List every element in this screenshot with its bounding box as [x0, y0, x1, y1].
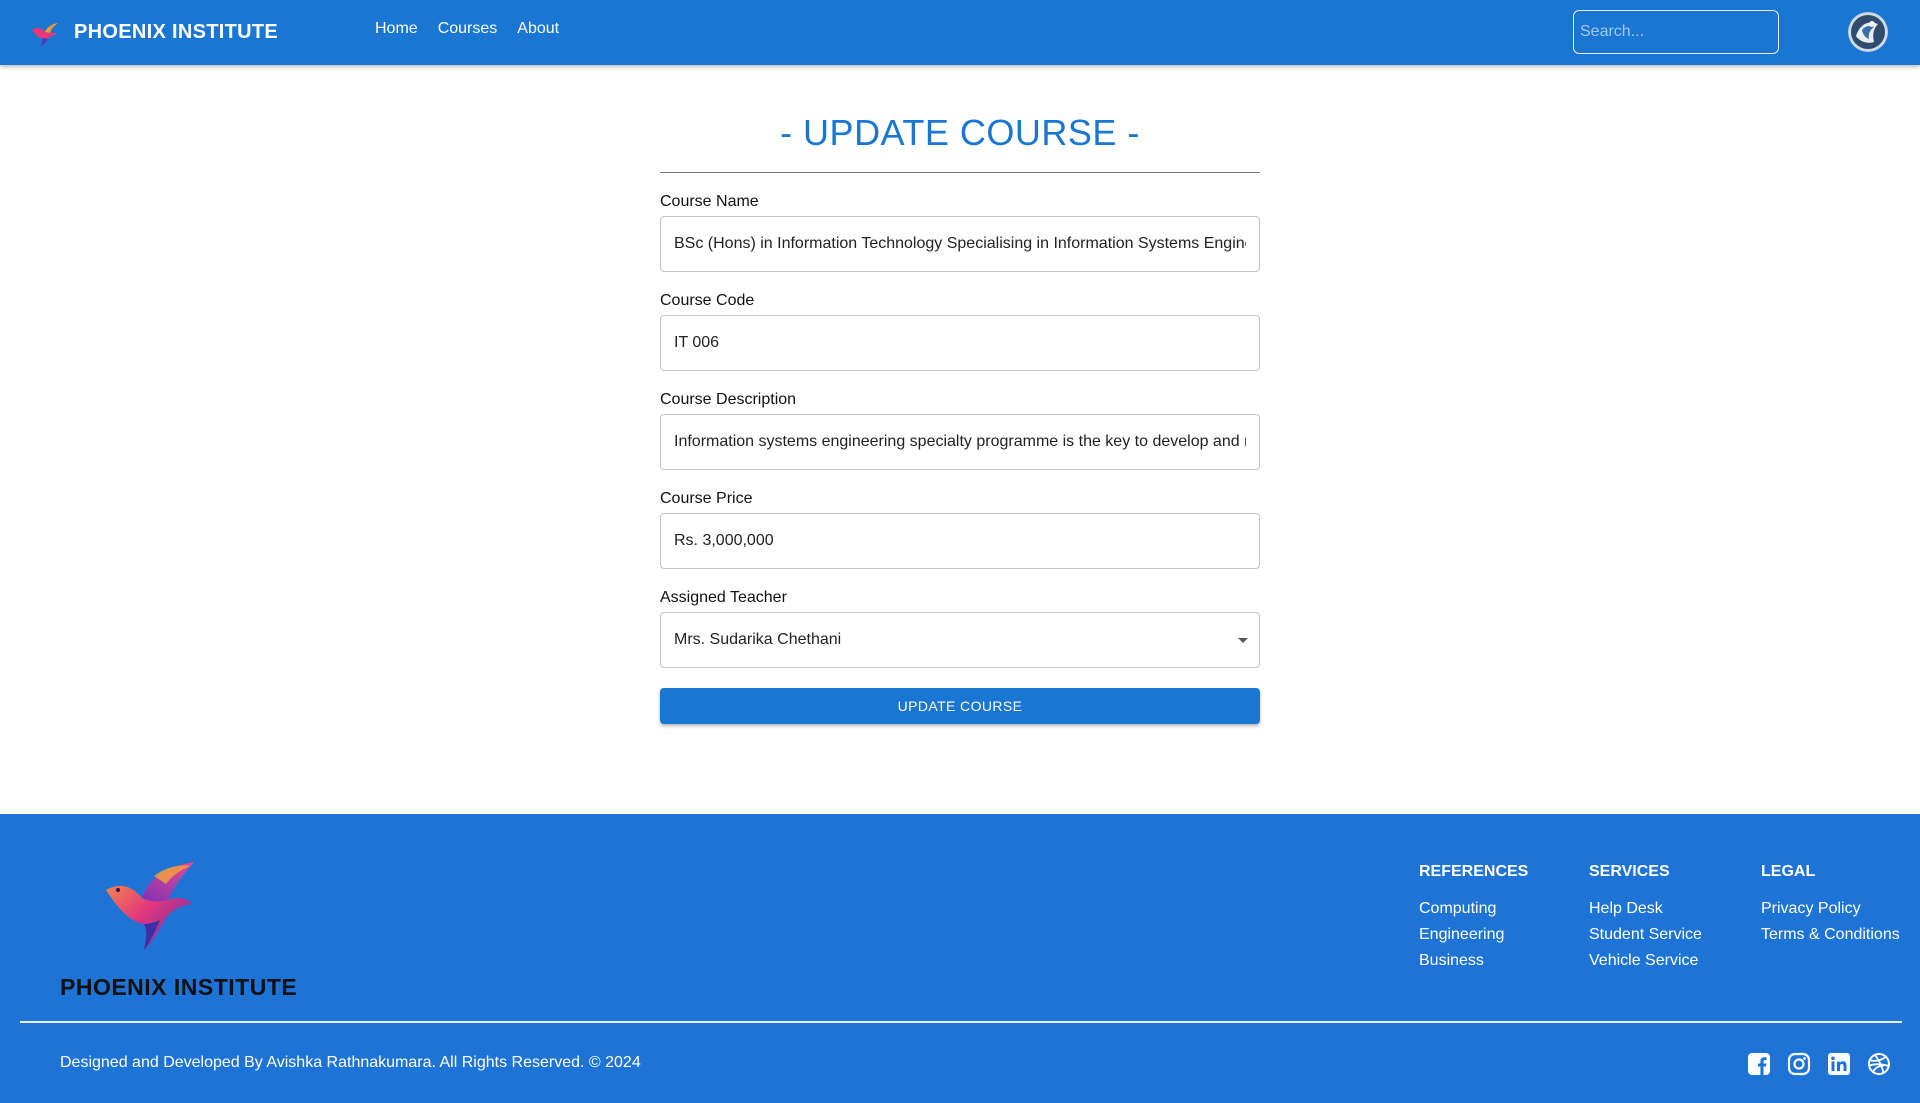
assigned-teacher-value: Mrs. Sudarika Chethani — [660, 612, 1260, 668]
linkedin-icon[interactable] — [1827, 1052, 1851, 1076]
footer-column-title: LEGAL — [1761, 863, 1816, 880]
course-price-field: Course Price — [660, 490, 1260, 569]
update-course-button[interactable]: UPDATE COURSE — [660, 688, 1260, 724]
footer-divider — [20, 1021, 1902, 1023]
nav-courses[interactable]: Courses — [438, 20, 498, 38]
top-navbar: PHOENIX INSTITUTE Home Courses About — [0, 0, 1920, 65]
facebook-icon[interactable] — [1747, 1052, 1771, 1076]
footer-legal-column: LEGAL Privacy Policy Terms & Conditions — [1761, 862, 1900, 948]
main-nav: Home Courses About — [375, 20, 559, 38]
course-code-field: Course Code — [660, 292, 1260, 371]
course-code-label: Course Code — [660, 292, 755, 309]
footer-services-column: SERVICES Help Desk Student Service Vehic… — [1589, 862, 1702, 974]
course-description-input[interactable] — [660, 414, 1260, 470]
search-input[interactable] — [1573, 10, 1779, 54]
nav-about[interactable]: About — [517, 20, 559, 38]
course-code-input[interactable] — [660, 315, 1260, 371]
footer-column-title: SERVICES — [1589, 863, 1670, 880]
footer-link-business[interactable]: Business — [1419, 948, 1528, 974]
course-name-field: Course Name — [660, 193, 1260, 272]
brand-name: PHOENIX INSTITUTE — [74, 20, 279, 43]
course-price-input[interactable] — [660, 513, 1260, 569]
course-description-label: Course Description — [660, 391, 797, 408]
nav-home[interactable]: Home — [375, 20, 418, 38]
dribbble-icon[interactable] — [1867, 1052, 1891, 1076]
footer-brand-name: PHOENIX INSTITUTE — [60, 974, 298, 1000]
brand[interactable]: PHOENIX INSTITUTE — [28, 14, 278, 50]
course-price-label: Course Price — [660, 490, 753, 507]
footer-link-engineering[interactable]: Engineering — [1419, 922, 1528, 948]
assigned-teacher-label: Assigned Teacher — [660, 589, 787, 606]
avatar-image-icon — [1848, 12, 1888, 52]
copyright-text: Designed and Developed By Avishka Rathna… — [60, 1054, 641, 1071]
title-divider — [660, 172, 1260, 173]
update-course-form: - UPDATE COURSE - Course Name Course Cod… — [660, 108, 1260, 724]
footer-link-terms-conditions[interactable]: Terms & Conditions — [1761, 922, 1900, 948]
footer-references-column: REFERENCES Computing Engineering Busines… — [1419, 862, 1528, 974]
dropdown-arrow-icon — [1238, 638, 1248, 643]
social-links — [1747, 1052, 1891, 1076]
footer-link-vehicle-service[interactable]: Vehicle Service — [1589, 948, 1702, 974]
avatar[interactable] — [1848, 12, 1888, 52]
phoenix-logo-icon — [106, 862, 194, 950]
footer-link-help-desk[interactable]: Help Desk — [1589, 896, 1702, 922]
footer-link-privacy-policy[interactable]: Privacy Policy — [1761, 896, 1900, 922]
course-name-input[interactable] — [660, 216, 1260, 272]
footer-link-computing[interactable]: Computing — [1419, 896, 1528, 922]
page-title: - UPDATE COURSE - — [780, 112, 1140, 153]
assigned-teacher-select[interactable]: Mrs. Sudarika Chethani — [660, 612, 1260, 668]
phoenix-logo-icon — [32, 23, 58, 46]
course-description-field: Course Description — [660, 391, 1260, 470]
footer-link-student-service[interactable]: Student Service — [1589, 922, 1702, 948]
footer-column-title: REFERENCES — [1419, 863, 1529, 880]
assigned-teacher-field: Assigned Teacher Mrs. Sudarika Chethani — [660, 589, 1260, 668]
footer: PHOENIX INSTITUTE REFERENCES Computing E… — [0, 814, 1920, 1103]
course-name-label: Course Name — [660, 193, 759, 210]
instagram-icon[interactable] — [1787, 1052, 1811, 1076]
